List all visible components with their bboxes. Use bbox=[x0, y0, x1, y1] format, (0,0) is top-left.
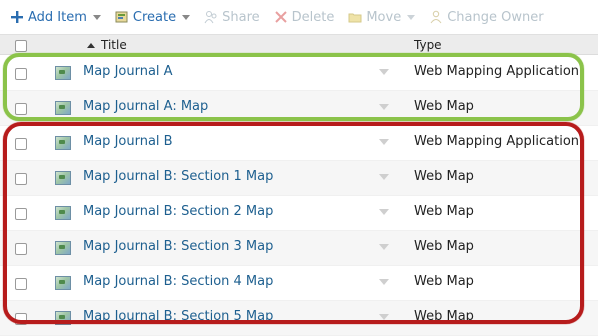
table-row: Map Journal B: Section 5 Map Web Map bbox=[0, 301, 598, 336]
item-type: Web Map bbox=[414, 309, 474, 324]
item-menu-dropdown-icon[interactable] bbox=[379, 279, 389, 285]
item-title-link[interactable]: Map Journal B bbox=[83, 134, 173, 149]
item-type: Web Mapping Application bbox=[414, 64, 580, 79]
table-header: Title Type bbox=[0, 34, 598, 55]
table-row: Map Journal B Web Mapping Application bbox=[0, 126, 598, 161]
create-button[interactable]: Create bbox=[115, 9, 191, 25]
table-row: Map Journal B: Section 4 Map Web Map bbox=[0, 266, 598, 301]
move-button[interactable]: Move bbox=[348, 9, 416, 25]
share-icon bbox=[204, 10, 218, 24]
plus-icon bbox=[10, 10, 24, 24]
item-menu-dropdown-icon[interactable] bbox=[379, 314, 389, 320]
row-checkbox[interactable] bbox=[15, 173, 27, 185]
item-title-link[interactable]: Map Journal A bbox=[83, 64, 173, 79]
row-checkbox[interactable] bbox=[15, 138, 27, 150]
item-menu-dropdown-icon[interactable] bbox=[379, 139, 389, 145]
row-checkbox[interactable] bbox=[15, 208, 27, 220]
share-button[interactable]: Share bbox=[204, 10, 260, 25]
delete-label: Delete bbox=[291, 9, 335, 25]
title-column-header[interactable]: Title bbox=[87, 38, 127, 52]
item-thumbnail-icon bbox=[55, 241, 71, 255]
delete-button[interactable]: Delete bbox=[274, 9, 335, 25]
table-row: Map Journal A Web Mapping Application bbox=[0, 56, 598, 91]
create-label: Create bbox=[132, 9, 177, 25]
item-thumbnail-icon bbox=[55, 101, 71, 115]
row-checkbox[interactable] bbox=[15, 313, 27, 325]
item-list: Map Journal A Web Mapping Application Ma… bbox=[0, 56, 598, 336]
row-checkbox[interactable] bbox=[15, 243, 27, 255]
sort-ascending-icon bbox=[87, 42, 95, 48]
item-type: Web Map bbox=[414, 239, 474, 254]
table-row: Map Journal B: Section 3 Map Web Map bbox=[0, 231, 598, 266]
item-menu-dropdown-icon[interactable] bbox=[379, 69, 389, 75]
item-type: Web Mapping Application bbox=[414, 134, 580, 149]
item-thumbnail-icon bbox=[55, 311, 71, 325]
change-owner-button[interactable]: Change Owner bbox=[429, 9, 544, 25]
create-icon bbox=[115, 10, 129, 24]
item-title-link[interactable]: Map Journal B: Section 2 Map bbox=[83, 204, 273, 219]
table-row: Map Journal A: Map Web Map bbox=[0, 91, 598, 126]
item-title-link[interactable]: Map Journal B: Section 4 Map bbox=[83, 274, 273, 289]
change-owner-label: Change Owner bbox=[447, 9, 544, 25]
item-type: Web Map bbox=[414, 274, 474, 289]
item-title-link[interactable]: Map Journal B: Section 5 Map bbox=[83, 309, 273, 324]
item-type: Web Map bbox=[414, 99, 474, 114]
title-header-label: Title bbox=[101, 38, 127, 52]
item-type: Web Map bbox=[414, 169, 474, 184]
item-thumbnail-icon bbox=[55, 136, 71, 150]
item-thumbnail-icon bbox=[55, 171, 71, 185]
item-thumbnail-icon bbox=[55, 66, 71, 80]
close-icon bbox=[274, 10, 288, 24]
item-thumbnail-icon bbox=[55, 276, 71, 290]
user-icon bbox=[429, 10, 443, 24]
chevron-down-icon bbox=[92, 14, 101, 20]
row-checkbox[interactable] bbox=[15, 278, 27, 290]
table-row: Map Journal B: Section 2 Map Web Map bbox=[0, 196, 598, 231]
item-thumbnail-icon bbox=[55, 206, 71, 220]
item-title-link[interactable]: Map Journal B: Section 3 Map bbox=[83, 239, 273, 254]
row-checkbox[interactable] bbox=[15, 68, 27, 80]
item-title-link[interactable]: Map Journal A: Map bbox=[83, 99, 208, 114]
select-all-checkbox[interactable] bbox=[15, 40, 27, 52]
item-menu-dropdown-icon[interactable] bbox=[379, 209, 389, 215]
row-checkbox[interactable] bbox=[15, 103, 27, 115]
item-menu-dropdown-icon[interactable] bbox=[379, 244, 389, 250]
toolbar: Add Item Create Share Delete Move Change… bbox=[0, 0, 598, 34]
item-title-link[interactable]: Map Journal B: Section 1 Map bbox=[83, 169, 273, 184]
add-item-button[interactable]: Add Item bbox=[10, 10, 101, 25]
add-item-label: Add Item bbox=[28, 9, 87, 25]
move-label: Move bbox=[366, 9, 402, 25]
chevron-down-icon bbox=[407, 14, 416, 20]
item-menu-dropdown-icon[interactable] bbox=[379, 174, 389, 180]
chevron-down-icon bbox=[182, 14, 191, 20]
table-row: Map Journal B: Section 1 Map Web Map bbox=[0, 161, 598, 196]
item-type: Web Map bbox=[414, 204, 474, 219]
type-column-header[interactable]: Type bbox=[414, 38, 442, 52]
share-label: Share bbox=[222, 9, 260, 25]
folder-icon bbox=[348, 10, 362, 24]
item-menu-dropdown-icon[interactable] bbox=[379, 104, 389, 110]
